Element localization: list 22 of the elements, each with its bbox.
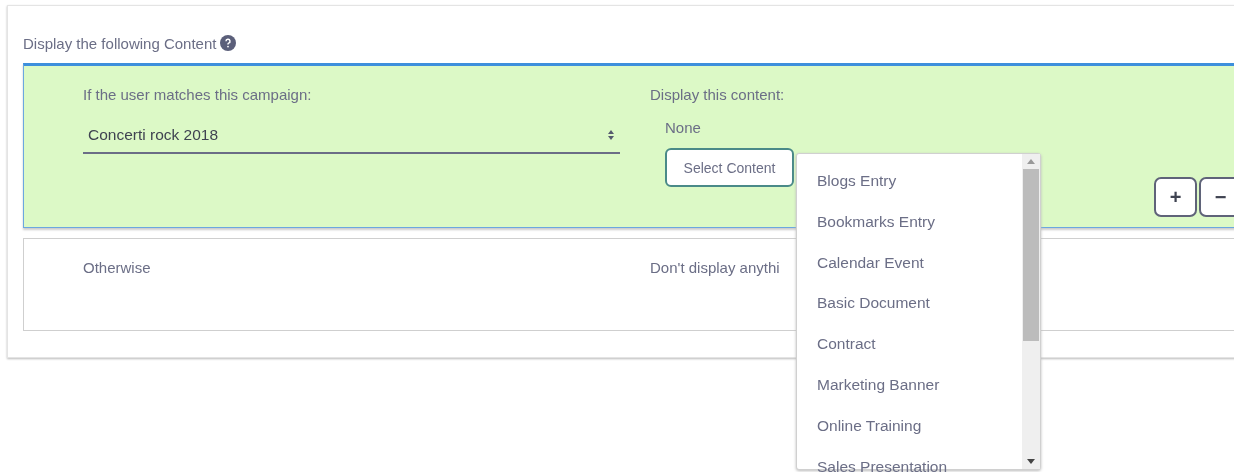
sort-arrows-icon (607, 129, 615, 141)
select-content-button[interactable]: Select Content (665, 148, 794, 187)
campaign-select[interactable]: Concerti rock 2018 (83, 118, 620, 154)
content-value: None (665, 119, 702, 136)
scrollbar[interactable] (1022, 154, 1040, 469)
dropdown-item[interactable]: Blogs Entry (797, 169, 1022, 210)
dropdown-item[interactable]: Contract (797, 332, 1022, 373)
otherwise-label: Otherwise (83, 259, 152, 278)
scroll-down-icon[interactable] (1027, 459, 1035, 464)
add-button[interactable]: + (1154, 177, 1197, 217)
otherwise-content: Don't display anythi (650, 259, 780, 278)
section-title: Display the following Content (23, 34, 217, 52)
remove-button[interactable]: − (1199, 177, 1234, 217)
help-icon[interactable] (220, 35, 237, 51)
dropdown-item[interactable]: Basic Document (797, 291, 1022, 333)
content-label: Display this content: (650, 86, 786, 105)
dropdown-item[interactable]: Sales Presentation (797, 454, 1022, 472)
dropdown-item[interactable]: Marketing Banner (797, 373, 1022, 414)
campaign-label: If the user matches this campaign: (83, 86, 313, 105)
dropdown-item[interactable]: Bookmarks Entry (797, 209, 1022, 251)
dropdown-item[interactable]: Calendar Event (797, 250, 1022, 292)
dropdown-item[interactable]: Online Training (797, 413, 1022, 455)
